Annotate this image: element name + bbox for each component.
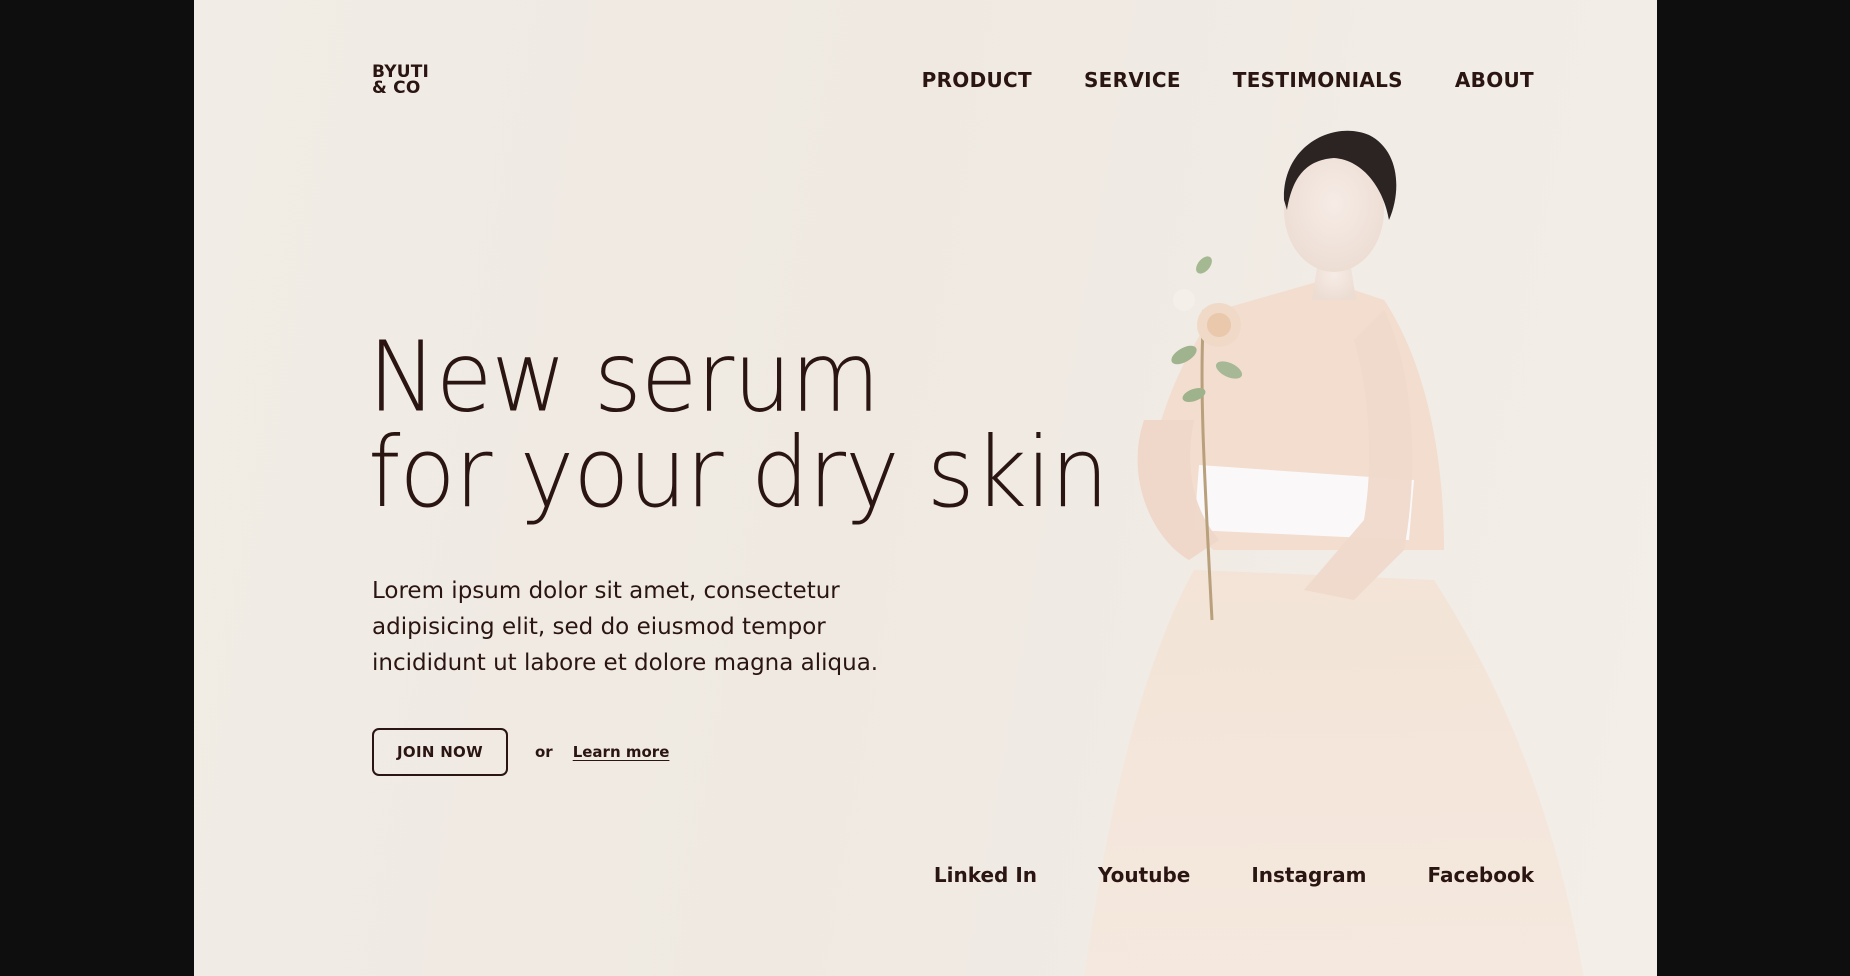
- hero-model-image: [1084, 130, 1584, 976]
- hero-description: Lorem ipsum dolor sit amet, consectetur …: [372, 578, 879, 676]
- brand-logo[interactable]: BYUTI & CO: [372, 64, 429, 98]
- brand-logo-line2: & CO: [372, 78, 421, 98]
- hero-headline-line2: for your dry skin: [368, 415, 1109, 530]
- landing-page: BYUTI & CO PRODUCT SERVICE TESTIMONIALS …: [194, 0, 1657, 976]
- social-instagram[interactable]: Instagram: [1251, 863, 1366, 887]
- social-linkedin[interactable]: Linked In: [934, 863, 1037, 887]
- nav-testimonials[interactable]: TESTIMONIALS: [1233, 68, 1403, 92]
- social-links: Linked In Youtube Instagram Facebook: [934, 863, 1534, 887]
- main-nav: PRODUCT SERVICE TESTIMONIALS ABOUT: [922, 68, 1534, 92]
- nav-product[interactable]: PRODUCT: [922, 68, 1032, 92]
- learn-more-link[interactable]: Learn more: [573, 743, 670, 761]
- social-youtube[interactable]: Youtube: [1098, 863, 1190, 887]
- hero-headline-line1: New serum: [368, 320, 880, 434]
- hero-headline: New serum for your dry skin: [368, 320, 1109, 530]
- nav-about[interactable]: ABOUT: [1455, 68, 1534, 92]
- or-separator: or: [535, 743, 553, 761]
- social-facebook[interactable]: Facebook: [1427, 863, 1534, 887]
- cta-group: JOIN NOW or Learn more: [372, 728, 669, 776]
- join-now-button[interactable]: JOIN NOW: [372, 728, 508, 776]
- nav-service[interactable]: SERVICE: [1084, 68, 1181, 92]
